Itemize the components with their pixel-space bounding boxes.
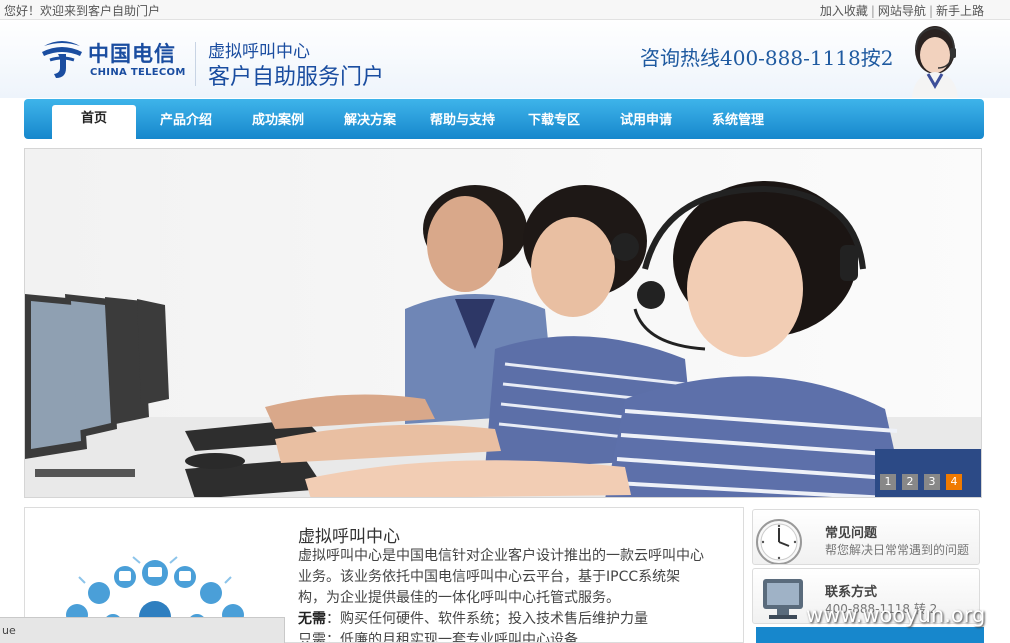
- call-center-photo: [25, 149, 981, 497]
- add-favorite-link[interactable]: 加入收藏: [820, 4, 868, 18]
- nav-item-cases[interactable]: 成功案例: [252, 109, 304, 128]
- contact-title: 联系方式: [825, 585, 878, 600]
- top-links: 加入收藏 | 网站导航 | 新手上路: [820, 2, 984, 19]
- sidebar-blue-strip: [756, 627, 984, 643]
- clock-icon: [756, 519, 802, 564]
- requirement-colon: ：: [326, 611, 340, 627]
- top-bar: 您好！欢迎来到客户自助门户 加入收藏 | 网站导航 | 新手上路: [0, 0, 1010, 20]
- china-telecom-logo[interactable]: 中国电信 CHINA TELECOM: [40, 38, 190, 82]
- banner-page-1[interactable]: 1: [880, 474, 896, 490]
- banner-page-2[interactable]: 2: [902, 474, 918, 490]
- telecom-logo-icon: [42, 41, 82, 78]
- browser-status-bar: ue: [0, 617, 285, 643]
- nav-item-home[interactable]: 首页: [52, 105, 136, 139]
- logo-chinese-text: 中国电信: [88, 41, 176, 66]
- nav-item-products[interactable]: 产品介绍: [160, 109, 212, 128]
- header-divider: [195, 42, 196, 86]
- header: 中国电信 CHINA TELECOM 虚拟呼叫中心 客户自助服务门户 咨询热线4…: [0, 20, 1010, 98]
- intro-text: 虚拟呼叫中心是中国电信针对企业客户设计推出的一款云呼叫中心业务。该业务依托中国电…: [298, 546, 708, 643]
- banner-slideshow[interactable]: 1 2 3 4: [24, 148, 982, 498]
- beginner-guide-link[interactable]: 新手上路: [936, 4, 984, 18]
- nav-item-solutions[interactable]: 解决方案: [344, 109, 396, 128]
- portal-title: 客户自助服务门户: [208, 65, 385, 90]
- nav-item-downloads[interactable]: 下载专区: [528, 109, 580, 128]
- requirement-label: 无需: [298, 611, 326, 627]
- welcome-text: 您好！欢迎来到客户自助门户: [4, 4, 161, 18]
- intro-requirement: 无需：购买任何硬件、软件系统；投入技术售后维护力量: [298, 609, 708, 630]
- requirement-text: 购买任何硬件、软件系统；投入技术售后维护力量: [340, 611, 648, 627]
- faq-description: 帮您解决日常常遇到的问题: [825, 543, 970, 557]
- separator: |: [928, 4, 933, 18]
- intro-paragraph: 虚拟呼叫中心是中国电信针对企业客户设计推出的一款云呼叫中心业务。该业务依托中国电…: [298, 548, 704, 606]
- agent-portrait-image: [912, 26, 958, 98]
- nav-item-help[interactable]: 帮助与支持: [430, 109, 495, 128]
- logo-english-text: CHINA TELECOM: [90, 67, 186, 78]
- hotline-text: 咨询热线400-888-1118按2: [640, 46, 894, 70]
- main-nav: 首页 产品介绍 成功案例 解决方案 帮助与支持 下载专区 试用申请 系统管理: [24, 99, 984, 139]
- banner-page-3[interactable]: 3: [924, 474, 940, 490]
- watermark-text: www.wooyun.org: [806, 603, 986, 627]
- intro-title: 虚拟呼叫中心: [298, 527, 400, 547]
- separator: |: [870, 4, 875, 18]
- intro-only-need: 只需：低廉的月租实现一套专业呼叫中心设备: [298, 632, 578, 643]
- nav-item-admin[interactable]: 系统管理: [712, 109, 764, 128]
- site-nav-link[interactable]: 网站导航: [878, 4, 926, 18]
- faq-box[interactable]: 常见问题 帮您解决日常常遇到的问题: [752, 509, 980, 565]
- nav-item-trial[interactable]: 试用申请: [620, 109, 672, 128]
- banner-page-4[interactable]: 4: [946, 474, 962, 490]
- faq-title: 常见问题: [825, 526, 878, 541]
